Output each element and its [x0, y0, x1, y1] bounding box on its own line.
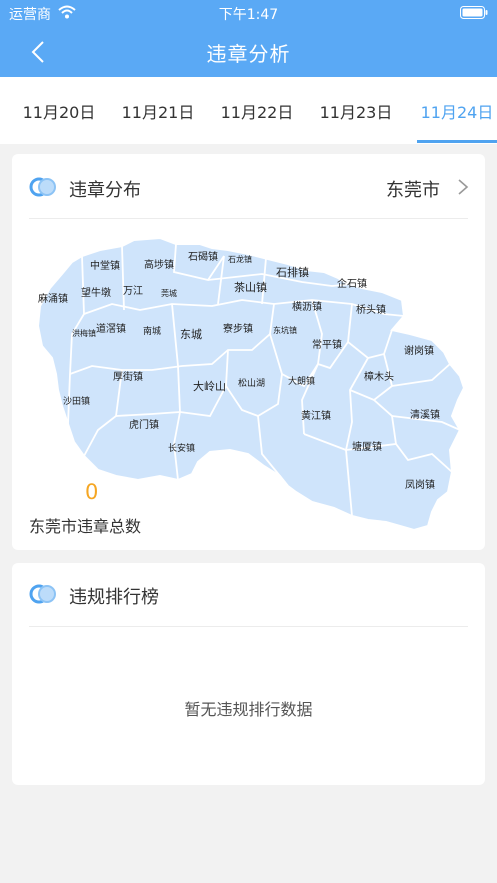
- clock: 下午1:47: [218, 7, 279, 23]
- tab-date-5[interactable]: 11月24日: [415, 99, 497, 123]
- map-label: 万江: [123, 285, 143, 297]
- ranking-empty-message: 暂无违规排行数据: [184, 700, 313, 719]
- map-label: 桥头镇: [356, 303, 386, 316]
- map-label: 企石镇: [337, 277, 367, 290]
- map-label: 樟木头: [364, 370, 394, 383]
- map-label: 沙田镇: [63, 395, 90, 407]
- map-label: 清溪镇: [410, 408, 440, 421]
- map-label: 谢岗镇: [404, 344, 434, 357]
- map-label: 长安镇: [168, 442, 195, 454]
- rings-icon: [29, 584, 56, 604]
- ranking-card: 违规排行榜 暂无违规排行数据: [12, 563, 485, 785]
- status-bar: 运营商 下午1:47: [0, 0, 497, 26]
- tab-date-4[interactable]: 11月23日: [314, 99, 398, 123]
- tab-date-3[interactable]: 11月22日: [215, 99, 299, 123]
- distribution-card: 违章分布 东莞市 中堂镇 高埗镇 石碣镇 石龙镇 麻涌镇 望牛墩 万江 莞城 石…: [12, 154, 485, 550]
- map-label: 厚街镇: [113, 370, 143, 383]
- dongguan-map[interactable]: 中堂镇 高埗镇 石碣镇 石龙镇 麻涌镇 望牛墩 万江 莞城 石排镇 茶山镇 企石…: [12, 154, 485, 550]
- map-label: 东坑镇: [273, 325, 297, 335]
- violation-total-label: 东莞市违章总数: [29, 517, 142, 536]
- map-label: 黄江镇: [301, 409, 331, 422]
- map-label: 大朗镇: [288, 375, 315, 387]
- map-label: 横沥镇: [292, 300, 322, 313]
- map-label: 大岭山: [193, 379, 226, 393]
- map-label: 松山湖: [238, 377, 265, 389]
- map-label: 虎门镇: [129, 418, 159, 431]
- active-tab-indicator: [417, 140, 497, 143]
- map-label: 麻涌镇: [38, 292, 68, 305]
- battery-icon: [460, 6, 488, 19]
- map-label: 凤岗镇: [405, 478, 435, 491]
- map-label: 道滘镇: [96, 322, 126, 335]
- page-title: 违章分析: [206, 42, 291, 66]
- map-label: 莞城: [161, 288, 177, 298]
- map-label: 东城: [180, 328, 202, 341]
- map-label: 寮步镇: [223, 322, 253, 335]
- map-label: 望牛墩: [81, 286, 111, 299]
- app-header: 运营商 下午1:47 违章分析: [0, 0, 497, 77]
- map-label: 石龙镇: [228, 254, 252, 264]
- map-label: 洪梅镇: [72, 328, 96, 338]
- tab-date-2[interactable]: 11月21日: [116, 99, 200, 123]
- map-label: 常平镇: [312, 338, 342, 351]
- map-label: 塘厦镇: [352, 440, 382, 453]
- tab-date-1[interactable]: 11月20日: [17, 99, 101, 123]
- map-label: 石排镇: [276, 265, 309, 279]
- map-label: 高埗镇: [144, 258, 174, 271]
- divider: [29, 626, 468, 627]
- ranking-title: 违规排行榜: [69, 587, 159, 608]
- violation-total-value: 0: [85, 480, 99, 504]
- map-label: 石碣镇: [188, 250, 218, 263]
- map-label: 茶山镇: [234, 280, 267, 294]
- map-label: 中堂镇: [90, 259, 120, 272]
- date-tab-bar: 11月20日 11月21日 11月22日 11月23日 11月24日: [0, 77, 497, 144]
- map-label: 南城: [143, 325, 161, 337]
